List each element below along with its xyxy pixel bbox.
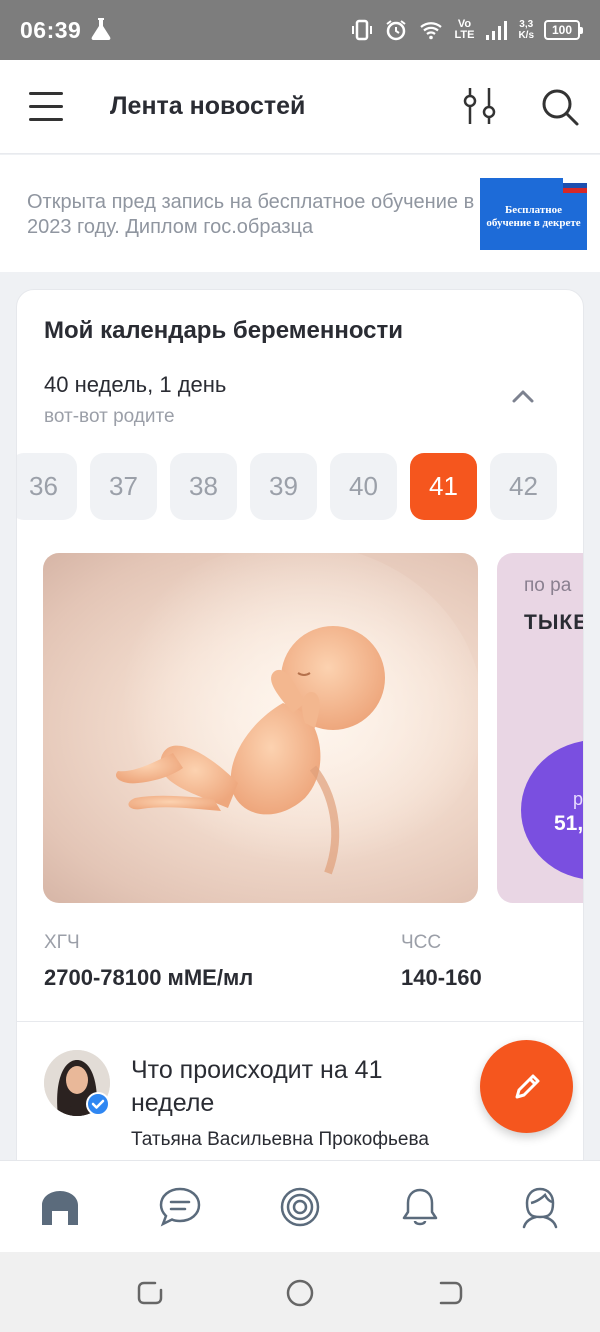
fruit-size-subtitle: по ра — [524, 575, 572, 596]
recent-apps-icon[interactable] — [135, 1278, 165, 1308]
week-chip-37[interactable]: 37 — [90, 453, 157, 520]
promo-banner[interactable]: Открыта пред запись на бесплатное обучен… — [0, 155, 600, 272]
filter-icon[interactable] — [460, 86, 500, 126]
heart-rate-value: 140-160 — [401, 965, 482, 990]
week-selector: 36 37 38 39 40 41 42 — [17, 453, 583, 520]
home-button-icon[interactable] — [285, 1278, 315, 1308]
volte-indicator: Vo LTE — [454, 19, 474, 41]
wifi-icon — [420, 22, 443, 40]
pencil-icon — [515, 1074, 539, 1098]
alarm-icon — [386, 20, 407, 41]
hcg-label: ХГЧ — [44, 932, 80, 953]
banner-ad-text: Бесплатное обучение в декрете — [486, 204, 581, 229]
network-speed: 3,3 K/s — [518, 19, 534, 41]
chevron-up-icon[interactable] — [511, 388, 535, 404]
hcg-value: 2700-78100 мМЕ/мл — [44, 965, 254, 990]
flask-icon — [91, 18, 111, 40]
week-chip-39[interactable]: 39 — [250, 453, 317, 520]
network-speed-unit: K/s — [518, 30, 534, 41]
heart-rate-label: ЧСС — [401, 932, 442, 953]
bell-icon[interactable] — [398, 1185, 442, 1229]
week-chip-40[interactable]: 40 — [330, 453, 397, 520]
week-chip-42[interactable]: 42 — [490, 453, 557, 520]
target-icon[interactable] — [278, 1185, 322, 1229]
menu-icon[interactable] — [29, 90, 65, 122]
chat-icon[interactable] — [158, 1185, 202, 1229]
system-navigation-bar — [0, 1252, 600, 1332]
bottom-navigation — [0, 1160, 600, 1252]
page-title: Лента новостей — [110, 92, 306, 120]
fruit-size-card[interactable]: по ра ТЫКЕ р 51, — [497, 553, 584, 903]
size-circle-value: 51, — [554, 812, 584, 835]
week-chip-38[interactable]: 38 — [170, 453, 237, 520]
vibrate-icon — [352, 19, 373, 41]
week-chip-41-selected[interactable]: 41 — [410, 453, 477, 520]
status-bar: 06:39 Vo LTE 3,3 K/s 100 — [0, 0, 600, 60]
verified-badge-icon — [86, 1092, 110, 1116]
back-icon[interactable] — [435, 1278, 465, 1308]
calendar-title: Мой календарь беременности — [44, 317, 404, 344]
fetus-illustration[interactable] — [43, 553, 478, 903]
battery-level: 100 — [551, 23, 573, 37]
fruit-size-title: ТЫКЕ — [524, 611, 584, 634]
battery-indicator: 100 — [544, 20, 583, 40]
search-icon[interactable] — [540, 87, 580, 127]
status-icons: Vo LTE 3,3 K/s 100 — [350, 14, 583, 46]
home-icon[interactable] — [38, 1185, 82, 1229]
week-chip-36[interactable]: 36 — [17, 453, 77, 520]
divider — [17, 1021, 583, 1022]
banner-ad-image[interactable]: Бесплатное обучение в декрете — [480, 178, 587, 250]
network-speed-value: 3,3 — [519, 19, 534, 30]
article-title[interactable]: Что происходит на 41 неделе — [131, 1054, 451, 1120]
size-circle — [521, 740, 583, 880]
status-time: 06:39 — [20, 17, 82, 43]
flag-icon — [563, 178, 587, 193]
banner-text[interactable]: Открыта пред запись на бесплатное обучен… — [27, 190, 477, 240]
volte-bottom: LTE — [454, 29, 475, 41]
current-week: 40 недель, 1 день — [44, 372, 227, 397]
create-post-button[interactable] — [480, 1040, 573, 1133]
profile-icon[interactable] — [518, 1185, 562, 1229]
pregnancy-status: вот-вот родите — [44, 406, 175, 427]
size-circle-label: р — [573, 789, 584, 809]
app-bar: Лента новостей — [0, 60, 600, 154]
signal-icon — [486, 21, 508, 40]
article-author[interactable]: Татьяна Васильевна Прокофьева — [131, 1129, 429, 1151]
